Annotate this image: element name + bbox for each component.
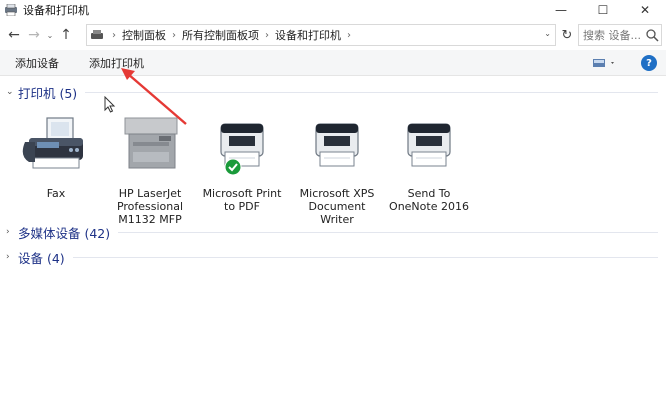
forward-button[interactable]: → — [24, 24, 44, 46]
fax-icon — [22, 117, 83, 169]
help-button[interactable]: ? — [641, 55, 657, 71]
mouse-cursor-icon — [104, 96, 116, 113]
search-box[interactable] — [578, 24, 662, 46]
add-printer-button[interactable]: 添加打印机 — [84, 52, 149, 74]
command-bar: 添加设备 添加打印机 ? — [0, 50, 666, 76]
change-view-button[interactable] — [592, 56, 618, 70]
group-divider — [85, 91, 658, 93]
device-print-to-pdf[interactable]: Microsoft Print to PDF — [194, 112, 290, 213]
minimize-button[interactable]: — — [540, 0, 582, 20]
maximize-button[interactable]: ☐ — [582, 0, 624, 20]
breadcrumb-separator-icon[interactable]: › — [347, 30, 351, 41]
multifunction-printer-icon — [124, 117, 178, 169]
default-check-icon — [224, 158, 242, 176]
breadcrumb-devices-printers[interactable]: 设备和打印机 — [275, 27, 341, 43]
printer-icon — [315, 123, 359, 167]
navigation-bar: ← → ⌄ ↑ › 控制面板 › 所有控制面板项 › 设备和打印机 › ⌄ ↻ — [0, 22, 666, 48]
device-label: HP LaserJet Professional M1132 MFP — [116, 187, 184, 226]
breadcrumb-separator-icon: › — [112, 29, 116, 41]
up-button[interactable]: ↑ — [56, 24, 76, 46]
group-multimedia[interactable]: › 多媒体设备 (42) — [0, 222, 666, 242]
address-bar[interactable]: › 控制面板 › 所有控制面板项 › 设备和打印机 › ⌄ — [86, 24, 556, 46]
search-icon — [646, 29, 659, 42]
device-label: Microsoft Print to PDF — [202, 187, 282, 213]
add-device-button[interactable]: 添加设备 — [10, 52, 64, 74]
device-send-to-onenote[interactable]: Send To OneNote 2016 — [381, 112, 477, 213]
group-divider — [118, 231, 658, 233]
back-button[interactable]: ← — [4, 24, 24, 46]
printer-icon — [407, 123, 451, 167]
group-title-printers[interactable]: 打印机 (5) — [18, 83, 77, 102]
close-button[interactable]: ✕ — [624, 0, 666, 20]
device-hp-laserjet[interactable]: HP LaserJet Professional M1132 MFP — [102, 112, 198, 226]
device-xps-writer[interactable]: Microsoft XPS Document Writer — [289, 112, 385, 226]
address-dropdown-icon[interactable]: ⌄ — [544, 29, 551, 38]
recent-locations-button[interactable]: ⌄ — [44, 31, 56, 40]
group-devices[interactable]: › 设备 (4) — [0, 247, 666, 267]
device-label: Fax — [46, 187, 66, 200]
devices-printers-icon — [5, 4, 17, 16]
search-input[interactable] — [583, 28, 645, 42]
chevron-right-icon[interactable]: › — [6, 252, 18, 262]
refresh-button[interactable]: ↻ — [559, 26, 575, 44]
breadcrumb-control-panel[interactable]: 控制面板 — [122, 27, 166, 43]
group-title-devices[interactable]: 设备 (4) — [18, 248, 65, 267]
breadcrumb-separator-icon: › — [265, 29, 269, 41]
group-title-multimedia[interactable]: 多媒体设备 (42) — [18, 223, 110, 242]
breadcrumb-all-items[interactable]: 所有控制面板项 — [182, 27, 259, 43]
view-options-icon — [593, 59, 614, 67]
device-label: Microsoft XPS Document Writer — [299, 187, 375, 226]
group-printers[interactable]: ⌄ 打印机 (5) — [0, 82, 666, 102]
chevron-right-icon[interactable]: › — [6, 227, 18, 237]
breadcrumb-separator-icon: › — [172, 29, 176, 41]
title-bar: 设备和打印机 — ☐ ✕ — [0, 0, 666, 20]
window-controls: — ☐ ✕ — [540, 0, 666, 20]
device-fax[interactable]: Fax — [8, 112, 104, 200]
device-label: Send To OneNote 2016 — [389, 187, 469, 213]
group-divider — [72, 256, 658, 258]
window-title: 设备和打印机 — [23, 4, 89, 17]
control-panel-icon — [90, 29, 106, 41]
chevron-down-icon[interactable]: ⌄ — [6, 87, 18, 97]
printer-icon — [220, 123, 264, 167]
